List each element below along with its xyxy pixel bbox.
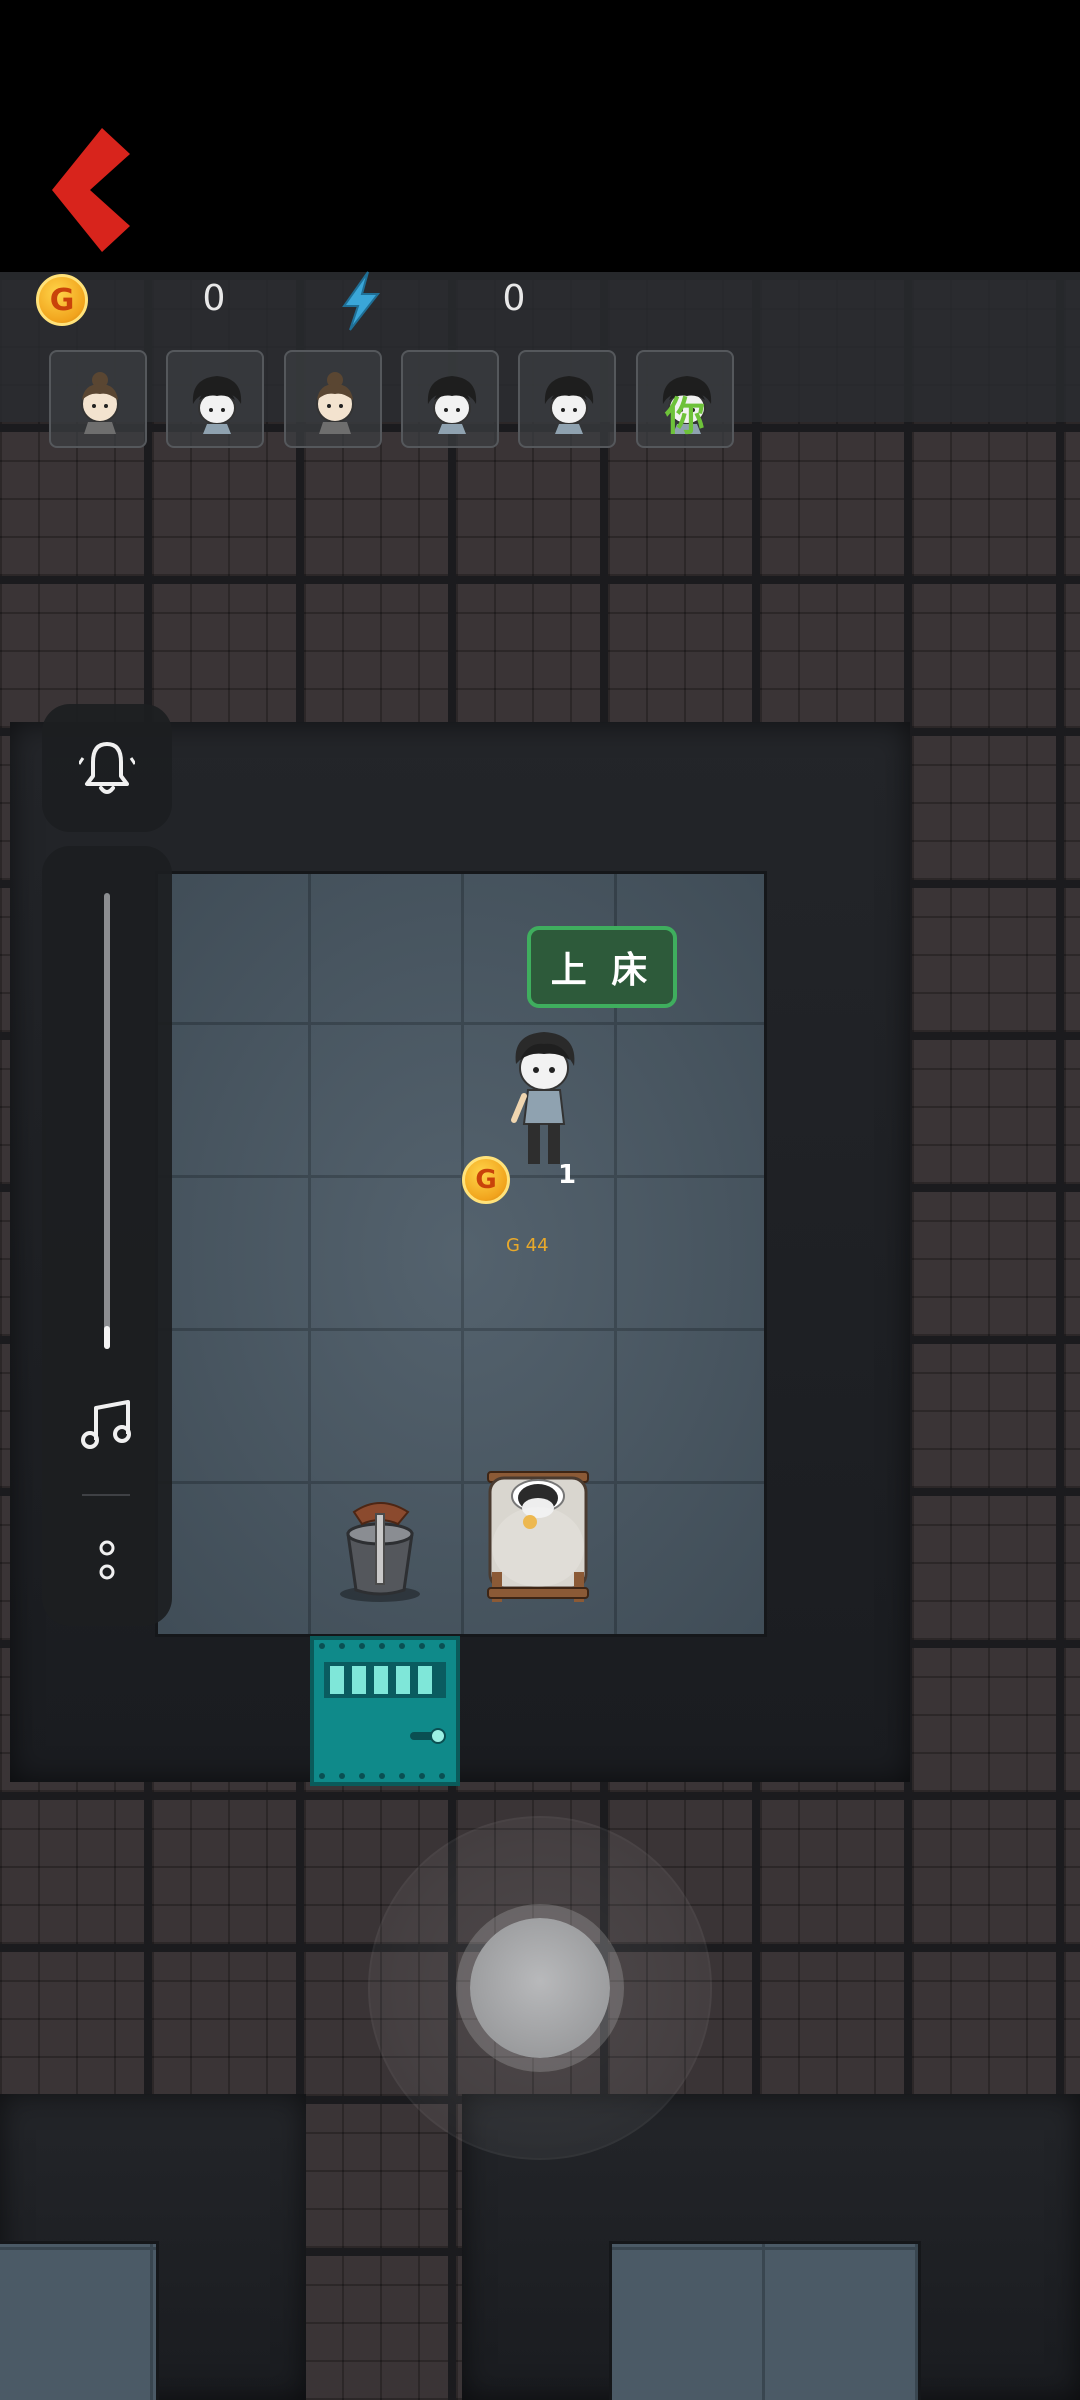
ghost-boy-avatar	[192, 376, 242, 434]
alert-panel	[42, 704, 172, 832]
player-slot-6-self[interactable]: 你	[636, 350, 734, 448]
energy-count: 0	[502, 278, 526, 319]
lower-right-floor	[612, 2244, 918, 2400]
room-door[interactable]	[310, 1636, 460, 1786]
get-in-bed-button[interactable]: 上 床	[527, 926, 677, 1008]
bed[interactable]	[478, 1452, 598, 1612]
coin-pickup-icon[interactable]: G	[462, 1156, 510, 1204]
girl-bun-avatar	[316, 372, 354, 434]
volume-slider[interactable]	[104, 893, 110, 1349]
player-slot-5[interactable]	[518, 350, 616, 448]
you-tag: 你	[665, 394, 705, 440]
lower-left-floor	[0, 2244, 156, 2400]
chevron-left-icon[interactable]	[40, 120, 140, 260]
joystick-knob[interactable]	[470, 1918, 610, 2058]
player-slot-1[interactable]	[49, 350, 147, 448]
bed-price: G 44	[506, 1235, 549, 1256]
coin-count: 0	[202, 278, 226, 319]
player-slot-3[interactable]	[284, 350, 382, 448]
volume-slider-fill	[104, 1326, 110, 1349]
panel-divider	[82, 1494, 130, 1496]
ghost-boy-avatar	[427, 376, 477, 434]
lightning-icon	[342, 271, 381, 331]
game-screen: 1 G 44 G 上 床 G 0 0 你	[0, 0, 1080, 2400]
ghost-boy-avatar	[544, 376, 594, 434]
girl-bun-avatar	[81, 372, 119, 434]
music-note-icon[interactable]	[78, 1396, 134, 1452]
bell-icon[interactable]	[79, 738, 135, 798]
player-slot-2[interactable]	[166, 350, 264, 448]
mop-bucket	[340, 1502, 420, 1602]
player-slot-4[interactable]	[401, 350, 499, 448]
coin-icon: G	[36, 274, 88, 326]
more-icon[interactable]	[94, 1538, 120, 1586]
player-character	[511, 1032, 575, 1164]
